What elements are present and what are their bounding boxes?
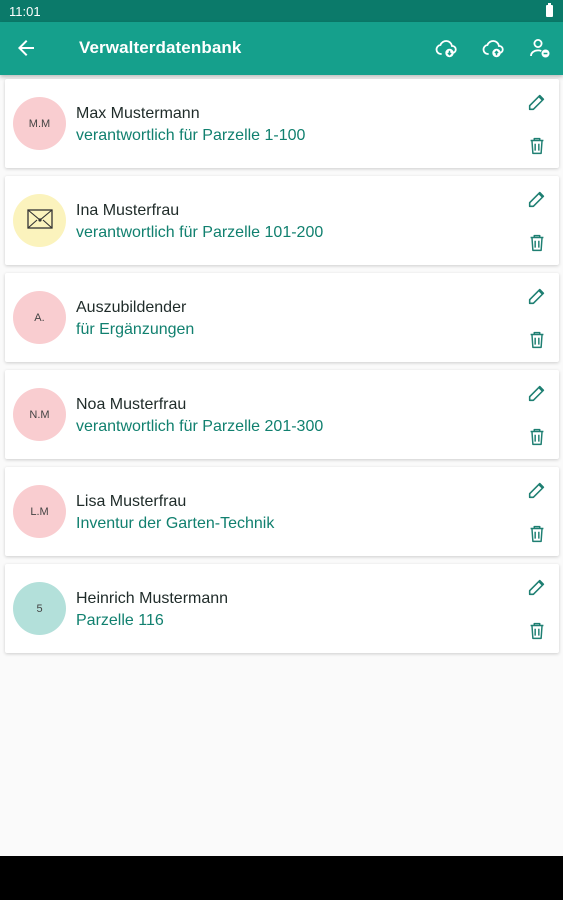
- edit-icon[interactable]: [526, 479, 548, 501]
- avatar: [13, 194, 66, 247]
- manager-name: Ina Musterfrau: [76, 202, 180, 219]
- manager-subtitle: Parzelle 116: [76, 612, 164, 629]
- manager-list: M.M Max Mustermann verantwortlich für Pa…: [5, 79, 559, 661]
- edit-icon[interactable]: [526, 576, 548, 598]
- delete-icon[interactable]: [526, 329, 548, 351]
- envelope-icon: [26, 209, 53, 232]
- delete-icon[interactable]: [526, 232, 548, 254]
- manager-subtitle: für Ergänzungen: [76, 321, 195, 338]
- manager-name: Auszubildender: [76, 299, 187, 316]
- navigation-bar: [0, 856, 563, 900]
- manager-card[interactable]: A. Auszubildender für Ergänzungen: [5, 273, 559, 362]
- manager-card[interactable]: 5 Heinrich Mustermann Parzelle 116: [5, 564, 559, 653]
- manager-card[interactable]: L.M Lisa Musterfrau Inventur der Garten-…: [5, 467, 559, 556]
- avatar-initials: M.M: [28, 117, 51, 130]
- edit-icon[interactable]: [526, 382, 548, 404]
- edit-icon[interactable]: [526, 91, 548, 113]
- cloud-upload-icon[interactable]: [481, 36, 505, 60]
- app-bar: Verwalterdatenbank: [0, 22, 563, 75]
- status-bar: 11:01: [0, 0, 563, 22]
- delete-icon[interactable]: [526, 620, 548, 642]
- manager-subtitle: verantwortlich für Parzelle 101-200: [76, 224, 324, 241]
- edit-icon[interactable]: [526, 285, 548, 307]
- manager-name: Heinrich Mustermann: [76, 590, 229, 607]
- avatar-initials: N.M: [29, 408, 50, 421]
- cloud-download-icon[interactable]: [434, 36, 458, 60]
- avatar: 5: [13, 582, 66, 635]
- battery-icon: [546, 3, 553, 17]
- manager-subtitle: Inventur der Garten-Technik: [76, 515, 275, 532]
- manager-name: Noa Musterfrau: [76, 396, 187, 413]
- arrow-back-icon[interactable]: [14, 36, 38, 60]
- avatar: N.M: [13, 388, 66, 441]
- avatar: A.: [13, 291, 66, 344]
- avatar: L.M: [13, 485, 66, 538]
- edit-icon[interactable]: [526, 188, 548, 210]
- manager-card[interactable]: Ina Musterfrau verantwortlich für Parzel…: [5, 176, 559, 265]
- avatar: M.M: [13, 97, 66, 150]
- person-remove-icon[interactable]: [528, 36, 552, 60]
- manager-subtitle: verantwortlich für Parzelle 201-300: [76, 418, 324, 435]
- delete-icon[interactable]: [526, 523, 548, 545]
- manager-name: Lisa Musterfrau: [76, 493, 187, 510]
- manager-card[interactable]: M.M Max Mustermann verantwortlich für Pa…: [5, 79, 559, 168]
- page-title: Verwalterdatenbank: [79, 38, 242, 57]
- avatar-initials: L.M: [30, 505, 49, 518]
- status-time: 11:01: [9, 4, 41, 19]
- delete-icon[interactable]: [526, 426, 548, 448]
- manager-card[interactable]: N.M Noa Musterfrau verantwortlich für Pa…: [5, 370, 559, 459]
- avatar-initials: 5: [36, 602, 43, 615]
- delete-icon[interactable]: [526, 135, 548, 157]
- avatar-initials: A.: [34, 311, 45, 324]
- manager-name: Max Mustermann: [76, 105, 200, 122]
- manager-subtitle: verantwortlich für Parzelle 1-100: [76, 127, 306, 144]
